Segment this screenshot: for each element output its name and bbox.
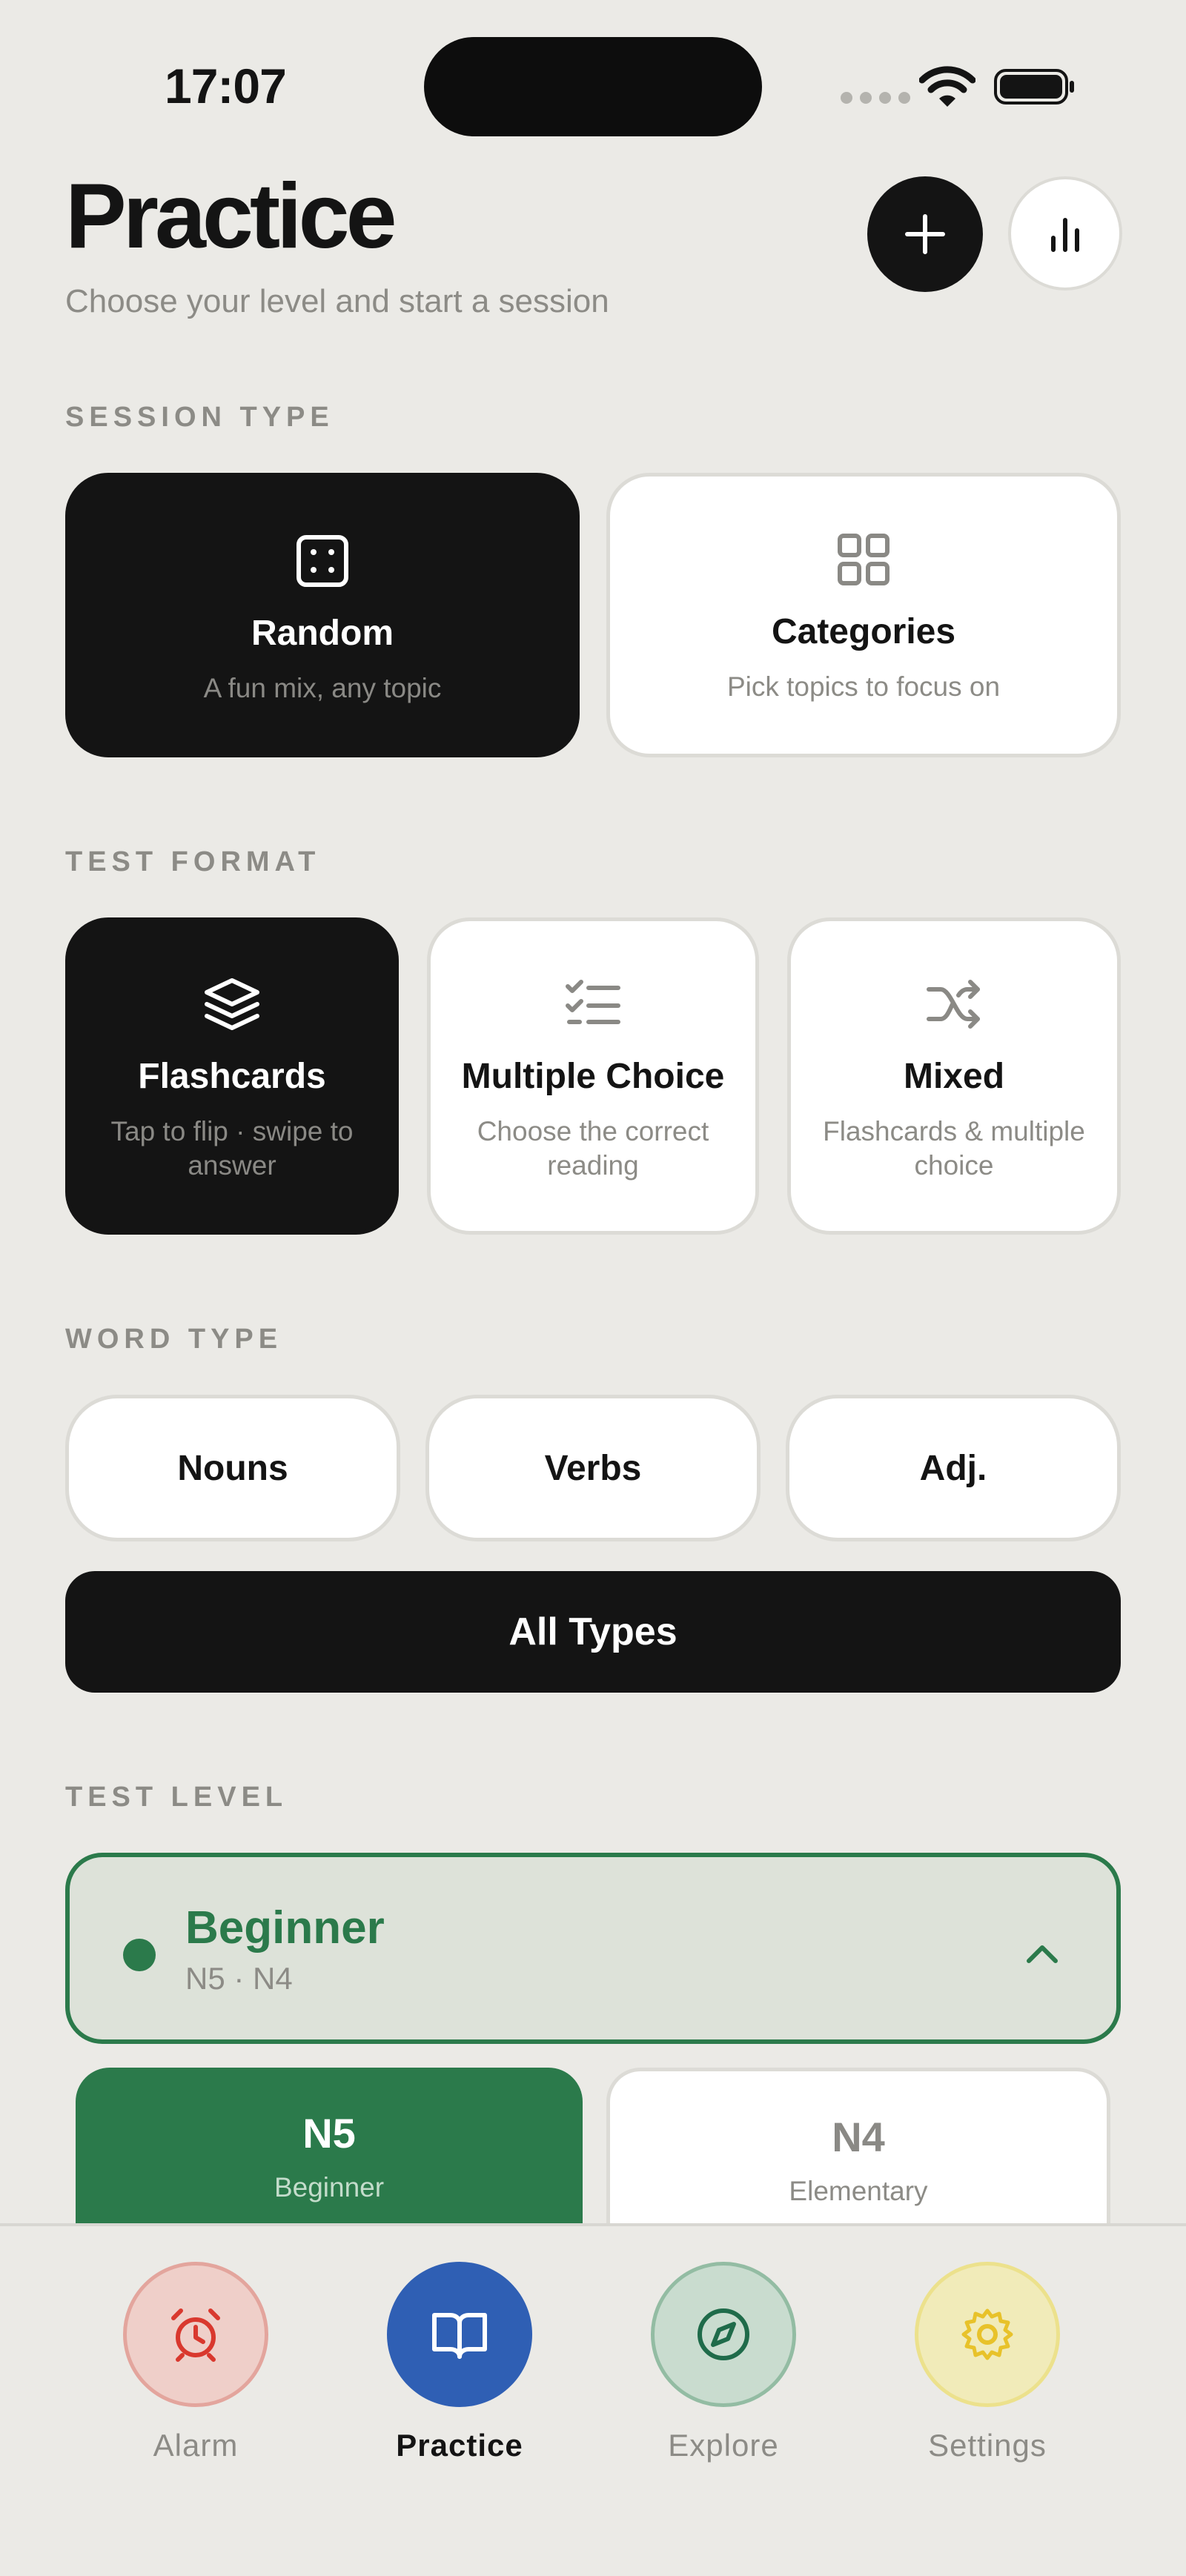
compass-icon [698, 2308, 749, 2360]
tab-practice[interactable]: Practice [363, 2262, 556, 2463]
session-option-desc: A fun mix, any topic [203, 673, 442, 703]
level-option-n5[interactable]: N5 Beginner [76, 2068, 583, 2231]
level-group-levels: N5 · N4 [185, 1961, 293, 1996]
alarm-clock-icon [171, 2308, 220, 2362]
format-option-flashcards[interactable]: Flashcards Tap to flip · swipe to answer [65, 917, 399, 1235]
session-option-desc: Pick topics to focus on [726, 671, 1001, 702]
level-status-dot [123, 1939, 156, 1971]
tab-explore[interactable]: Explore [627, 2262, 820, 2463]
session-option-title: Categories [771, 612, 956, 651]
battery-icon [994, 69, 1074, 104]
format-option-multiple-choice[interactable]: Multiple Choice Choose the correct readi… [427, 917, 759, 1235]
wifi-icon [919, 66, 975, 107]
book-icon [432, 2313, 487, 2359]
tab-label: Practice [396, 2428, 523, 2463]
gear-icon [961, 2308, 1013, 2360]
tab-practice-circle [387, 2262, 532, 2407]
format-option-mixed[interactable]: Mixed Flashcards & multiple choice [787, 917, 1121, 1235]
format-option-title: Flashcards [138, 1057, 326, 1096]
dice-icon [296, 535, 348, 587]
shuffle-icon [927, 980, 980, 1029]
session-option-title: Random [251, 614, 394, 653]
format-option-title: Mixed [903, 1057, 1005, 1096]
level-group-name: Beginner [185, 1902, 385, 1953]
format-option-desc: Tap to flip · swipe to answer [110, 1116, 354, 1181]
plus-icon [905, 214, 945, 254]
tab-bar: Alarm Practice Explore Settings [0, 2223, 1186, 2576]
tab-settings-circle [915, 2262, 1060, 2407]
session-option-random[interactable]: Random A fun mix, any topic [65, 473, 580, 757]
bar-chart-icon [1051, 218, 1079, 252]
word-type-all[interactable]: All Types [65, 1571, 1121, 1693]
word-type-adjectives[interactable]: Adj. [786, 1395, 1121, 1541]
status-time: 17:07 [165, 59, 287, 113]
format-option-title: Multiple Choice [461, 1057, 725, 1096]
level-group-beginner[interactable]: Beginner N5 · N4 [65, 1853, 1121, 2044]
add-button[interactable] [867, 176, 983, 292]
word-type-nouns[interactable]: Nouns [65, 1395, 400, 1541]
level-name: Beginner [274, 2172, 385, 2202]
grid-icon [838, 534, 890, 585]
tab-explore-circle [651, 2262, 796, 2407]
format-option-desc: Choose the correct reading [477, 1116, 709, 1181]
format-option-desc: Flashcards & multiple choice [823, 1116, 1085, 1181]
level-code: N5 [302, 2110, 356, 2157]
tab-alarm-circle [123, 2262, 268, 2407]
page-subtitle: Choose your level and start a session [65, 283, 609, 319]
tab-label: Alarm [153, 2428, 239, 2463]
session-option-categories[interactable]: Categories Pick topics to focus on [606, 473, 1121, 757]
level-code: N4 [832, 2114, 885, 2160]
tab-label: Explore [668, 2428, 779, 2463]
tab-settings[interactable]: Settings [891, 2262, 1084, 2463]
word-type-verbs[interactable]: Verbs [425, 1395, 761, 1541]
tab-label: Settings [928, 2428, 1047, 2463]
cellular-signal-icon [841, 92, 910, 104]
layers-icon [205, 978, 259, 1030]
section-label-test-format: TEST FORMAT [65, 846, 321, 877]
page-title: Practice [65, 165, 397, 268]
level-option-n4[interactable]: N4 Elementary [606, 2068, 1110, 2231]
tab-alarm[interactable]: Alarm [99, 2262, 292, 2463]
chevron-up-icon[interactable] [1020, 1931, 1064, 1976]
section-label-session-type: SESSION TYPE [65, 402, 334, 433]
section-label-word-type: WORD TYPE [65, 1324, 283, 1355]
stats-button[interactable] [1008, 176, 1122, 291]
level-name: Elementary [789, 2176, 928, 2206]
checklist-icon [566, 980, 620, 1024]
dynamic-island [424, 37, 762, 136]
section-label-test-level: TEST LEVEL [65, 1782, 288, 1813]
